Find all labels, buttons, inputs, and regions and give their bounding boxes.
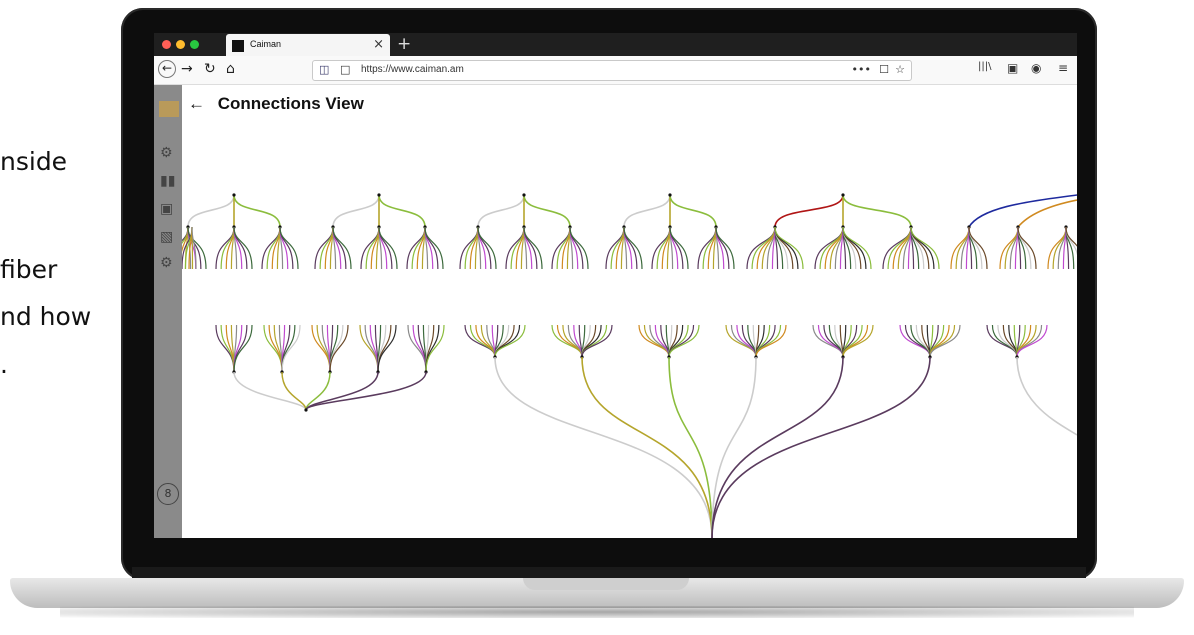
account-icon[interactable]: ◉ <box>1031 61 1041 75</box>
connections-view: ← Connections View <box>182 85 1077 538</box>
laptop-notch <box>523 578 689 590</box>
caiman-logo[interactable] <box>159 101 179 117</box>
back-button[interactable]: ← <box>158 60 176 78</box>
sidebar-icon[interactable]: ▣ <box>1007 61 1018 75</box>
document-search-icon[interactable]: ▣ <box>160 201 173 217</box>
tab-title: Caiman <box>250 39 282 49</box>
library-icon[interactable]: |||\ <box>978 61 991 72</box>
hierarchy-icon[interactable]: ▧ <box>160 229 173 245</box>
browser-tab[interactable]: Caiman × <box>226 34 390 56</box>
shield-icon[interactable]: ◫ <box>319 63 329 76</box>
connections-diagram[interactable] <box>182 85 1077 538</box>
minimize-window-icon[interactable] <box>176 40 185 49</box>
laptop-shadow <box>60 606 1134 618</box>
tab-close-button[interactable]: × <box>373 37 384 52</box>
nav-toolbar: ← → ↻ ⌂ ◫ □ https://www.caiman.am ••• ☐ … <box>154 56 1077 85</box>
caiman-favicon-icon <box>232 40 244 52</box>
close-window-icon[interactable] <box>162 40 171 49</box>
bottom-fiber-tree-row[interactable] <box>215 324 1077 538</box>
url-bar[interactable]: ◫ □ https://www.caiman.am ••• ☐ ☆ <box>312 60 912 81</box>
page-actions-menu-icon[interactable]: ••• <box>852 63 871 76</box>
maximize-window-icon[interactable] <box>190 40 199 49</box>
reload-button[interactable]: ↻ <box>204 61 216 77</box>
laptop: Caiman × + ← → ↻ ⌂ ◫ □ https://www.caima… <box>0 0 1194 635</box>
bookmark-star-icon[interactable]: ☆ <box>895 63 905 76</box>
settings-icon[interactable]: ⚙ <box>160 255 173 271</box>
forward-button[interactable]: → <box>181 61 193 77</box>
books-icon[interactable]: ▮▮ <box>160 173 175 189</box>
new-tab-button[interactable]: + <box>397 34 411 54</box>
pocket-icon[interactable]: ☐ <box>879 63 889 76</box>
home-button[interactable]: ⌂ <box>226 61 235 77</box>
browser-window: Caiman × + ← → ↻ ⌂ ◫ □ https://www.caima… <box>154 33 1077 538</box>
app-sidebar: ⚙ ▮▮ ▣ ▧ ⚙ 8 <box>154 85 182 538</box>
user-avatar-icon[interactable]: 8 <box>157 483 179 505</box>
tab-bar: Caiman × + <box>154 33 1077 56</box>
top-fiber-tree-row[interactable] <box>182 193 1077 270</box>
network-map-icon[interactable]: ⚙ <box>160 145 173 161</box>
lock-icon[interactable]: □ <box>340 63 350 76</box>
url-text[interactable]: https://www.caiman.am <box>361 64 464 75</box>
menu-icon[interactable]: ≡ <box>1058 61 1068 75</box>
